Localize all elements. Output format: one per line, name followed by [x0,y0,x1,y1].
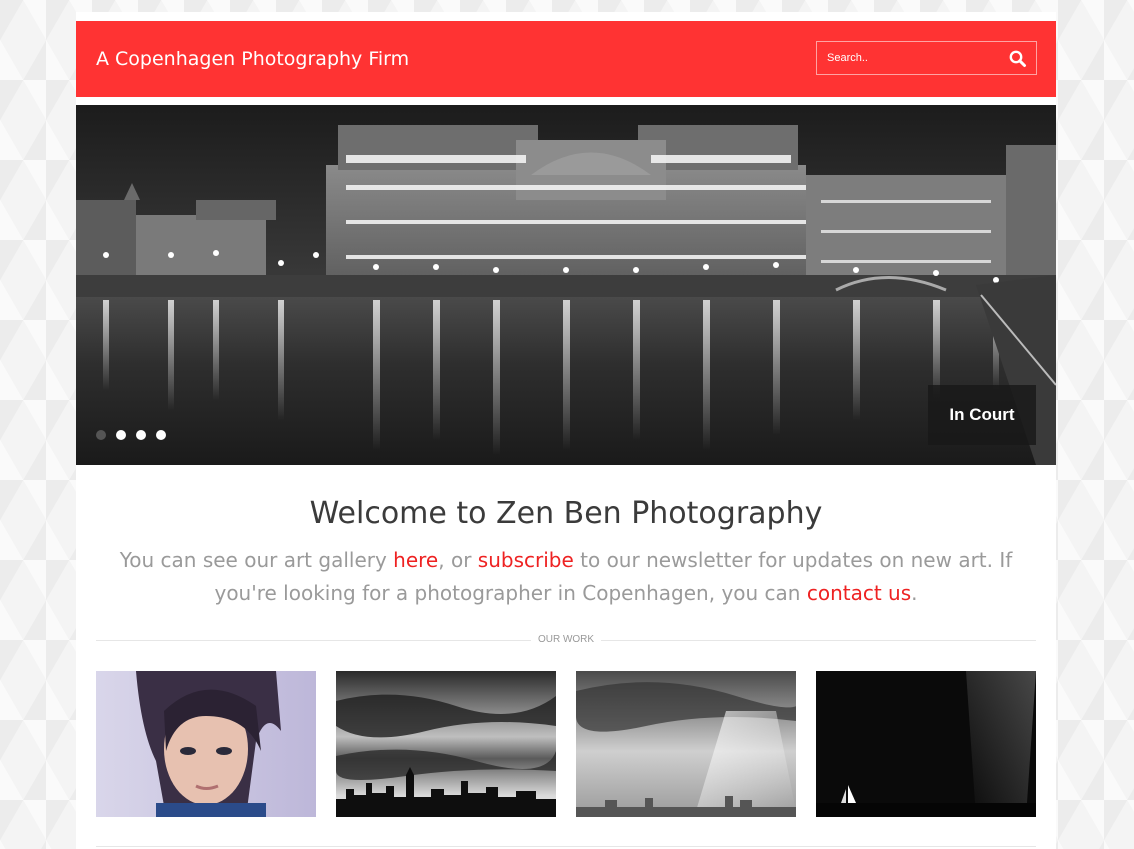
bottom-divider [96,846,1036,847]
search-icon[interactable] [1008,49,1028,69]
page-container: A Copenhagen Photography Firm Search.. I… [76,12,1056,849]
contact-link[interactable]: contact us [807,581,911,605]
intro-text-4: . [911,581,918,605]
hero-slider[interactable]: In Court [76,105,1056,465]
slider-dot-1[interactable] [96,430,106,440]
work-thumbnail-sailboat[interactable] [816,671,1036,817]
slider-dot-2[interactable] [116,430,126,440]
slide-caption[interactable]: In Court [928,385,1036,445]
slider-pagination [96,430,166,440]
welcome-heading: Welcome to Zen Ben Photography [309,496,823,531]
gallery-link[interactable]: here [393,548,438,572]
subscribe-link[interactable]: subscribe [478,548,574,572]
intro-text-2: , or [438,548,478,572]
search-input[interactable] [817,42,997,74]
slider-dot-4[interactable] [156,430,166,440]
work-thumbnail-city-sunset[interactable] [336,671,556,817]
work-thumbnail-cloudy-skyline[interactable] [576,671,796,817]
our-work-label: OUR WORK [531,634,601,645]
site-header: A Copenhagen Photography Firm [76,21,1056,97]
intro-paragraph: You can see our art gallery here, or sub… [116,544,1016,610]
slider-dot-3[interactable] [136,430,146,440]
work-thumbnail-portrait[interactable] [96,671,316,817]
search-box [816,41,1037,75]
intro-text-1: You can see our art gallery [119,548,394,572]
site-title[interactable]: A Copenhagen Photography Firm [96,48,409,70]
hero-image [76,105,1056,465]
